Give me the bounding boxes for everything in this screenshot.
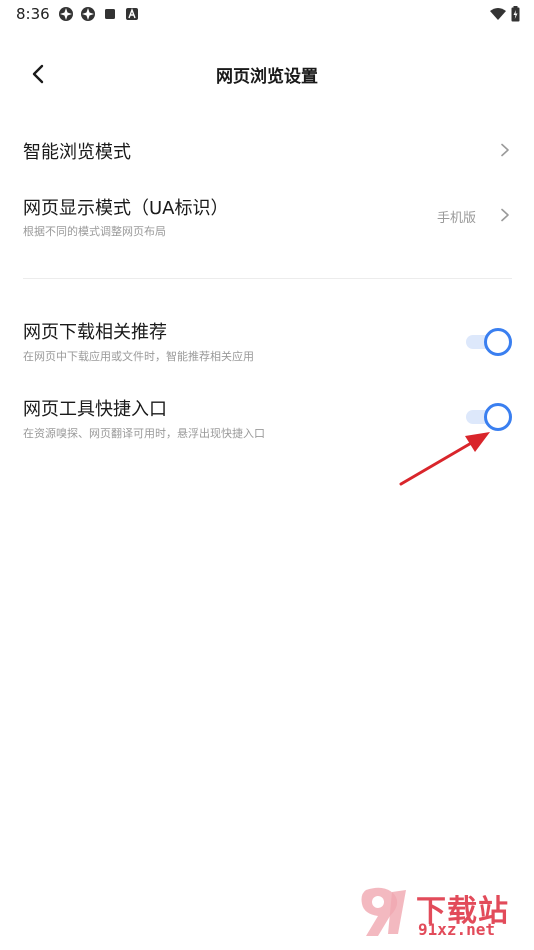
download-recommend-subtitle: 在网页中下载应用或文件时，智能推荐相关应用 — [23, 350, 254, 363]
battery-icon — [511, 6, 520, 22]
watermark: 下载站 91xz.net — [356, 884, 526, 944]
smart-browse-title: 智能浏览模式 — [23, 142, 131, 163]
display-mode-row[interactable]: 网页显示模式（UA标识） 根据不同的模式调整网页布局 手机版 — [0, 190, 534, 246]
header: 网页浏览设置 — [0, 48, 534, 98]
section-divider — [23, 278, 512, 279]
download-recommend-row: 网页下载相关推荐 在网页中下载应用或文件时，智能推荐相关应用 — [0, 318, 534, 368]
download-recommend-title: 网页下载相关推荐 — [23, 322, 167, 343]
a-notification-icon — [126, 8, 138, 20]
notification-icons — [58, 6, 140, 22]
chevron-right-icon — [501, 143, 509, 157]
tool-shortcut-title: 网页工具快捷入口 — [23, 399, 167, 420]
page-title: 网页浏览设置 — [216, 67, 318, 87]
wifi-icon — [490, 8, 506, 20]
watermark-site: 91xz.net — [418, 920, 496, 939]
square-notification-icon — [105, 9, 115, 19]
display-mode-value: 手机版 — [436, 211, 476, 226]
chevron-right-icon — [501, 208, 509, 222]
app-notification-icon — [81, 7, 95, 21]
status-time: 8:36 — [16, 5, 50, 23]
system-icons — [489, 6, 520, 22]
download-recommend-toggle[interactable] — [466, 328, 512, 356]
toggle-knob — [484, 328, 512, 356]
status-bar: 8:36 — [0, 0, 534, 30]
watermark-logo-icon — [361, 887, 406, 936]
annotation-arrow-icon — [399, 432, 490, 486]
smart-browse-row[interactable]: 智能浏览模式 — [0, 128, 534, 172]
tool-shortcut-subtitle: 在资源嗅探、网页翻译可用时，悬浮出现快捷入口 — [23, 427, 265, 440]
display-mode-subtitle: 根据不同的模式调整网页布局 — [23, 225, 166, 238]
display-mode-title: 网页显示模式（UA标识） — [23, 198, 229, 219]
app-notification-icon — [59, 7, 73, 21]
